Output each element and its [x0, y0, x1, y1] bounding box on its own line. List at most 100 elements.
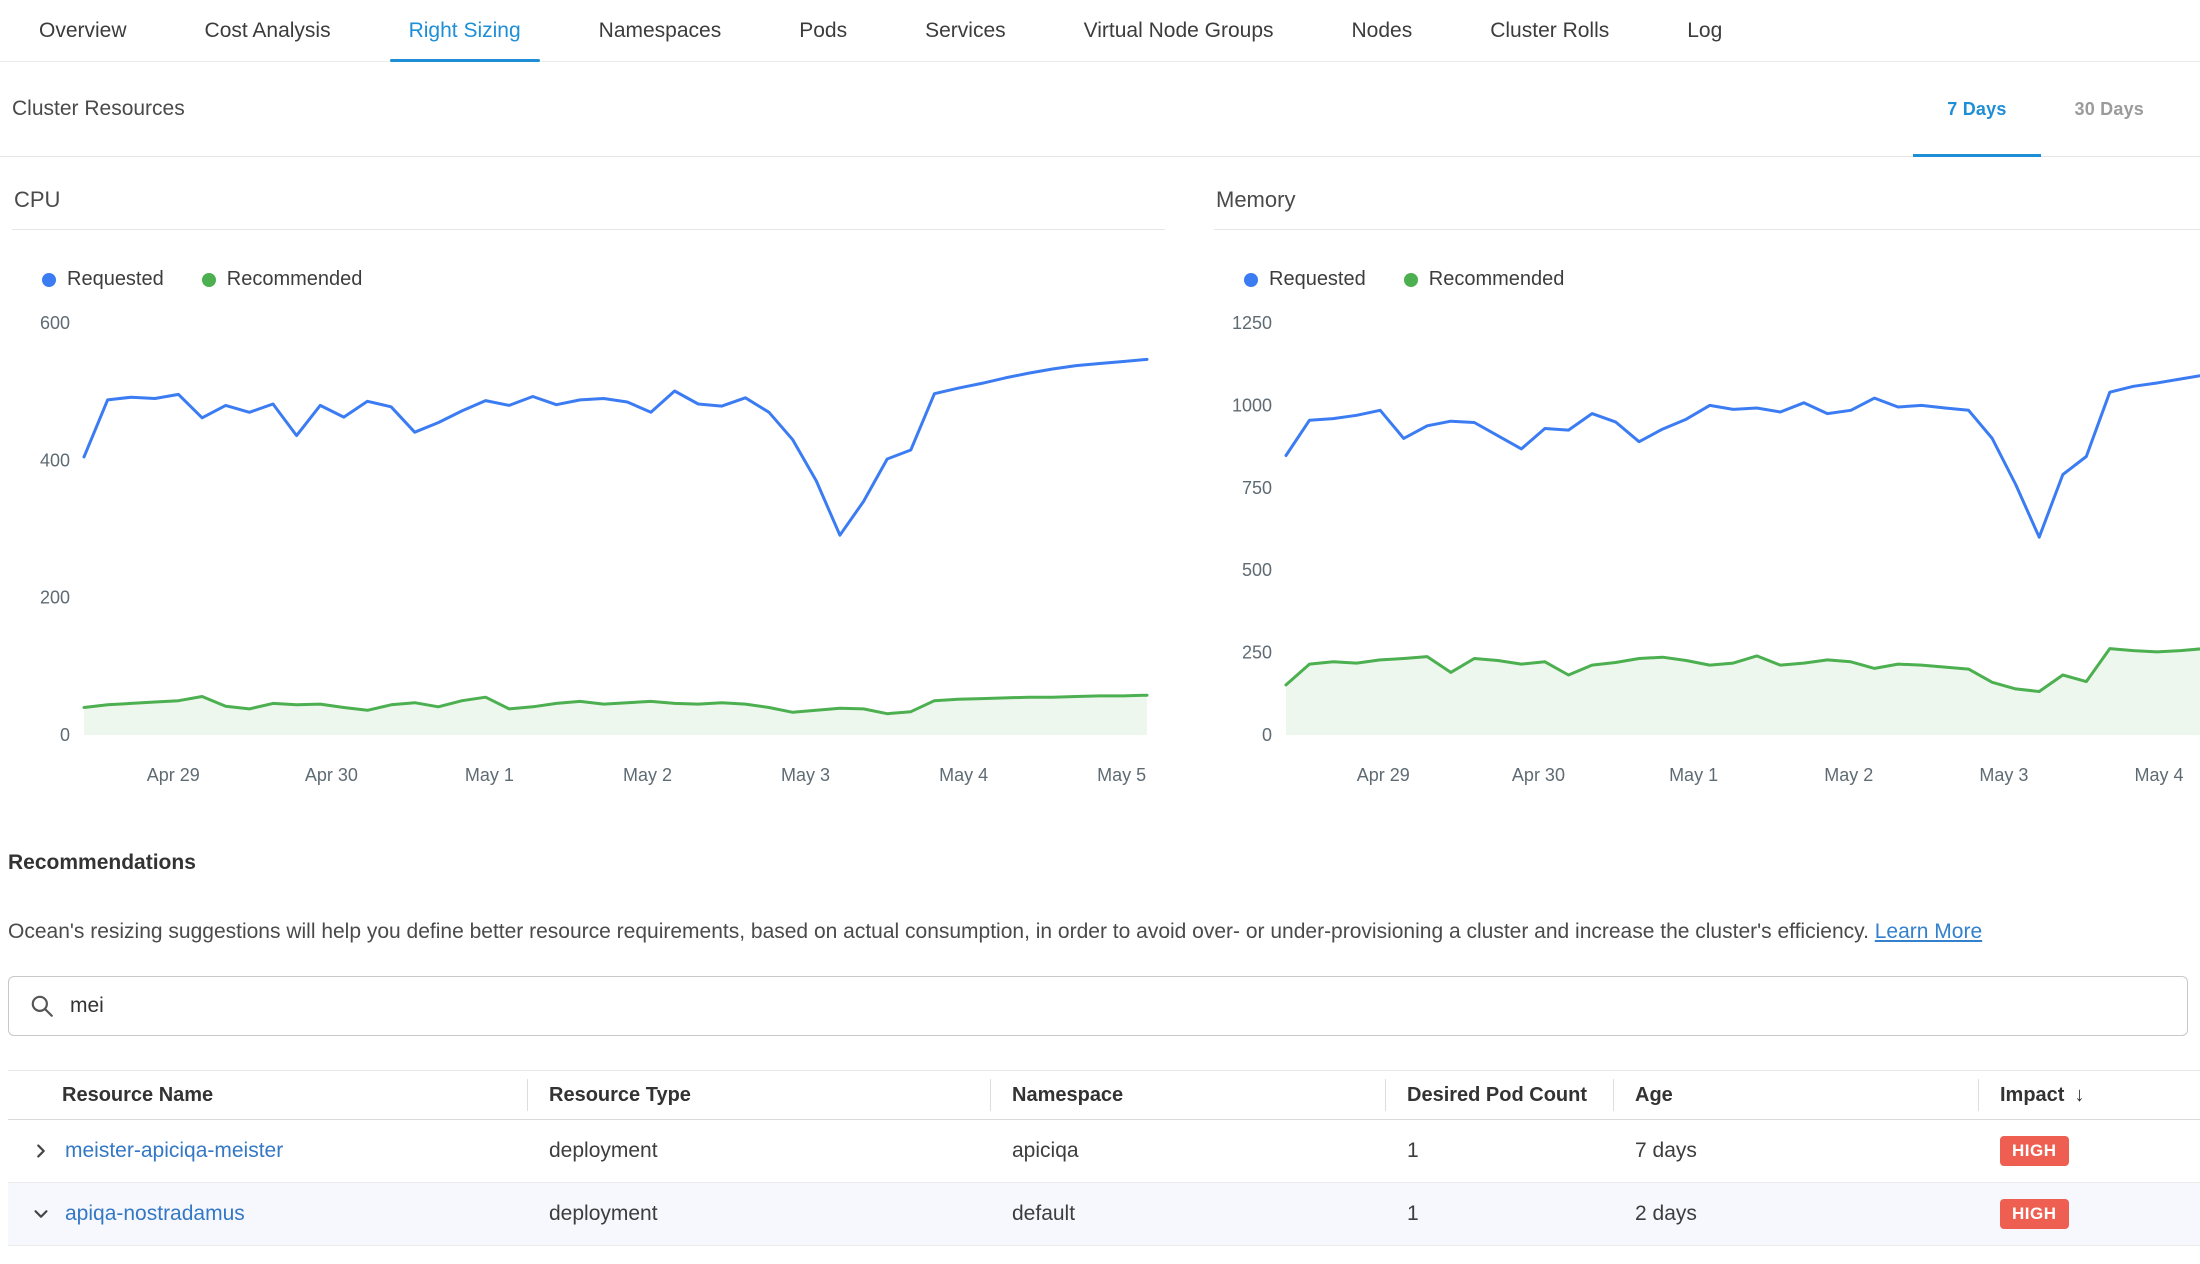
resource-name-link[interactable]: meister-apiciqa-meister — [65, 1139, 283, 1163]
resource-type-cell: deployment — [527, 1202, 990, 1226]
search-icon — [29, 993, 55, 1019]
nav-tab-right-sizing[interactable]: Right Sizing — [390, 0, 540, 61]
legend-label: Recommended — [227, 268, 363, 291]
svg-text:May 1: May 1 — [1669, 765, 1718, 785]
legend-item[interactable]: Recommended — [1404, 268, 1565, 291]
nav-tab-label: Cluster Rolls — [1490, 19, 1609, 43]
svg-text:750: 750 — [1242, 478, 1272, 498]
svg-text:May 2: May 2 — [623, 765, 672, 785]
expand-chevron-icon[interactable] — [30, 1203, 52, 1225]
nav-tab-overview[interactable]: Overview — [20, 0, 146, 61]
svg-text:May 4: May 4 — [939, 765, 988, 785]
nav-tab-services[interactable]: Services — [906, 0, 1025, 61]
col-namespace[interactable]: Namespace — [990, 1071, 1385, 1119]
svg-text:Apr 30: Apr 30 — [1512, 765, 1565, 785]
nav-tab-label: Namespaces — [599, 19, 722, 43]
resource-name-cell: meister-apiciqa-meister — [8, 1139, 527, 1163]
svg-text:400: 400 — [40, 450, 70, 470]
section-title: Cluster Resources — [12, 97, 185, 121]
table-header: Resource Name Resource Type Namespace De… — [8, 1070, 2200, 1120]
memory-chart: 0 250 500 750 1000 1250 Apr 29 Apr 30 May 1 May 2… — [1214, 295, 2200, 795]
svg-text:May 5: May 5 — [1097, 765, 1146, 785]
desired-pod-count-cell: 1 — [1385, 1139, 1613, 1163]
nav-tab-cluster-rolls[interactable]: Cluster Rolls — [1471, 0, 1628, 61]
svg-text:0: 0 — [1262, 725, 1272, 745]
recommendations-title: Recommendations — [8, 851, 2200, 875]
nav-tab-label: Overview — [39, 19, 127, 43]
svg-text:May 1: May 1 — [465, 765, 514, 785]
col-resource-name[interactable]: Resource Name — [8, 1071, 527, 1119]
sort-desc-icon[interactable]: ↓ — [2074, 1084, 2084, 1107]
legend-label: Recommended — [1429, 268, 1565, 291]
table-row[interactable]: apiqa-nostradamus deployment default 1 2… — [8, 1183, 2200, 1246]
legend-dot-icon — [1404, 273, 1418, 287]
namespace-cell: default — [990, 1202, 1385, 1226]
legend-item[interactable]: Recommended — [202, 268, 363, 291]
learn-more-link[interactable]: Learn More — [1875, 920, 1982, 943]
nav-tab-label: Cost Analysis — [205, 19, 331, 43]
recommendations-description: Ocean's resizing suggestions will help y… — [8, 917, 2200, 946]
cpu-chart-panel: CPU Requested Recommended 0200400600Apr … — [12, 157, 1165, 795]
nav-tab-namespaces[interactable]: Namespaces — [580, 0, 741, 61]
memory-legend: Requested Recommended — [1244, 268, 2200, 291]
memory-chart-panel: Memory Requested Recommended 02505007501… — [1214, 157, 2200, 795]
range-tab-label: 7 Days — [1947, 99, 2006, 120]
svg-text:1000: 1000 — [1232, 395, 1272, 415]
col-age[interactable]: Age — [1613, 1071, 1978, 1119]
svg-text:May 3: May 3 — [781, 765, 830, 785]
charts-row: CPU Requested Recommended 0 200 400 600 Apr … — [0, 157, 2200, 795]
age-cell: 7 days — [1613, 1139, 1978, 1163]
legend-item[interactable]: Requested — [42, 268, 164, 291]
range-tab-7-days[interactable]: 7 Days — [1913, 62, 2040, 156]
resource-name-cell: apiqa-nostradamus — [8, 1202, 527, 1226]
svg-text:500: 500 — [1242, 560, 1272, 580]
legend-dot-icon — [1244, 273, 1258, 287]
cpu-chart-title: CPU — [12, 157, 1165, 230]
nav-tab-label: Nodes — [1352, 19, 1413, 43]
legend-item[interactable]: Requested — [1244, 268, 1366, 291]
legend-label: Requested — [67, 268, 164, 291]
impact-badge: HIGH — [2000, 1199, 2069, 1229]
svg-text:600: 600 — [40, 313, 70, 333]
impact-cell: HIGH — [1978, 1136, 2200, 1166]
svg-text:200: 200 — [40, 588, 70, 608]
nav-tab-cost-analysis[interactable]: Cost Analysis — [186, 0, 350, 61]
svg-text:250: 250 — [1242, 643, 1272, 663]
cpu-chart: 0200400600Apr 29Apr 30May 1May 2May 3May… — [12, 295, 1165, 795]
recommendations-table: Resource Name Resource Type Namespace De… — [8, 1070, 2200, 1246]
resource-type-cell: deployment — [527, 1139, 990, 1163]
age-cell: 2 days — [1613, 1202, 1978, 1226]
svg-text:Apr 29: Apr 29 — [147, 765, 200, 785]
top-nav: Overview Cost Analysis Right Sizing Name… — [0, 0, 2200, 62]
nav-tab-label: Services — [925, 19, 1006, 43]
range-tabs: 7 Days 30 Days — [1913, 62, 2178, 156]
search-input[interactable] — [70, 994, 2167, 1018]
recommendations-text: Ocean's resizing suggestions will help y… — [8, 920, 1869, 943]
svg-text:Apr 30: Apr 30 — [305, 765, 358, 785]
namespace-cell: apiciqa — [990, 1139, 1385, 1163]
col-resource-type[interactable]: Resource Type — [527, 1071, 990, 1119]
svg-text:1250: 1250 — [1232, 313, 1272, 333]
svg-text:Apr 29: Apr 29 — [1357, 765, 1410, 785]
table-row[interactable]: meister-apiciqa-meister deployment apici… — [8, 1120, 2200, 1183]
nav-tab-label: Pods — [799, 19, 847, 43]
cpu-legend: Requested Recommended — [42, 268, 1165, 291]
nav-tab-virtual-node-groups[interactable]: Virtual Node Groups — [1065, 0, 1293, 61]
search-box — [8, 976, 2188, 1036]
range-tab-label: 30 Days — [2075, 99, 2144, 120]
cluster-resources-header: Cluster Resources 7 Days 30 Days — [0, 62, 2200, 157]
nav-tab-label: Right Sizing — [409, 19, 521, 43]
nav-tab-log[interactable]: Log — [1668, 0, 1741, 61]
nav-tab-nodes[interactable]: Nodes — [1333, 0, 1432, 61]
impact-cell: HIGH — [1978, 1199, 2200, 1229]
expand-chevron-icon[interactable] — [30, 1140, 52, 1162]
resource-name-link[interactable]: apiqa-nostradamus — [65, 1202, 245, 1226]
col-impact[interactable]: Impact ↓ — [1978, 1071, 2200, 1119]
nav-tab-pods[interactable]: Pods — [780, 0, 866, 61]
col-desired-pod-count[interactable]: Desired Pod Count — [1385, 1071, 1613, 1119]
table-body: meister-apiciqa-meister deployment apici… — [8, 1120, 2200, 1246]
nav-tab-label: Log — [1687, 19, 1722, 43]
range-tab-30-days[interactable]: 30 Days — [2041, 62, 2178, 156]
svg-text:May 2: May 2 — [1824, 765, 1873, 785]
desired-pod-count-cell: 1 — [1385, 1202, 1613, 1226]
